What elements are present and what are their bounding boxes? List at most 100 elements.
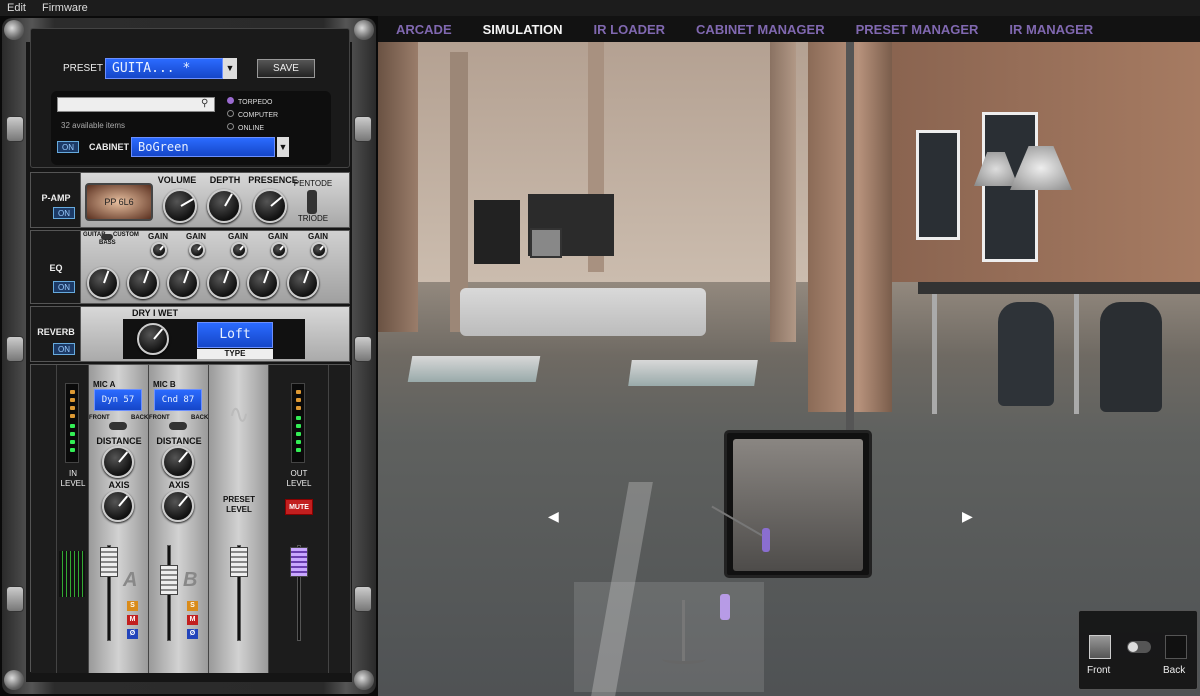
mute-button[interactable]: MUTE (285, 499, 313, 515)
eq-band-knob[interactable] (287, 267, 319, 299)
pamp-panel: P-AMP ON PP 6L6 VOLUME DEPTH PRESENCE PE… (30, 172, 350, 228)
mic-b-solo-button[interactable]: S (187, 601, 198, 611)
tab-simulation[interactable]: SIMULATION (465, 22, 576, 37)
volume-knob[interactable] (163, 189, 197, 223)
eq-gain-label: GAIN (186, 232, 206, 241)
eq-gain-knob[interactable] (151, 242, 167, 258)
reverb-title: REVERB (37, 327, 75, 337)
room-scene: ◀ ▶ (378, 42, 1200, 696)
eq-on-button[interactable]: ON (53, 281, 75, 293)
eq-bass-label: BASS (99, 240, 116, 246)
mic-a-fader[interactable] (100, 547, 118, 577)
in-level-fader[interactable] (59, 551, 85, 597)
tab-preset-manager[interactable]: PRESET MANAGER (838, 22, 992, 37)
reverb-tab: REVERB ON (31, 307, 81, 361)
mic-b-model-display[interactable]: Cnd 87 (154, 389, 202, 411)
eq-custom-label: CUSTOM (113, 232, 139, 238)
dry-wet-knob[interactable] (137, 323, 169, 355)
front-view-thumbnail[interactable] (1089, 635, 1111, 659)
cabinet-dropdown-icon[interactable]: ▼ (277, 137, 289, 157)
eq-panel: EQ ON GUITAR CUSTOM BASS GAIN GAIN GAIN … (30, 230, 350, 304)
tab-cabinet-manager[interactable]: CABINET MANAGER (678, 22, 838, 37)
next-room-arrow-icon[interactable]: ▶ (962, 508, 973, 525)
eq-gain-knob[interactable] (311, 242, 327, 258)
mic-a-model-display[interactable]: Dyn 57 (94, 389, 142, 411)
preset-level-strip: ∿ PRESET LEVEL (209, 365, 269, 673)
source-torpedo[interactable]: TORPEDO (227, 97, 278, 110)
menu-edit[interactable]: Edit (0, 2, 34, 14)
eq-gain-knob[interactable] (231, 242, 247, 258)
preset-dropdown-icon[interactable]: ▼ (223, 58, 237, 79)
floor-skylight (628, 360, 758, 386)
eq-band-knob[interactable] (167, 267, 199, 299)
out-level-fader[interactable] (290, 547, 308, 577)
out-level-meter (291, 383, 305, 463)
mic-a-axis-knob[interactable] (102, 490, 134, 522)
pamp-on-button[interactable]: ON (53, 207, 75, 219)
tab-arcade[interactable]: ARCADE (378, 22, 465, 37)
mic-b-distance-knob[interactable] (162, 446, 194, 478)
mic-a-back-label: BACK (131, 415, 149, 421)
search-icon[interactable]: ⚲ (201, 98, 208, 109)
previous-room-arrow-icon[interactable]: ◀ (548, 508, 559, 525)
tab-ir-loader[interactable]: IR LOADER (576, 22, 679, 37)
depth-knob[interactable] (207, 189, 241, 223)
in-level-strip: IN LEVEL (57, 365, 89, 673)
eq-band-knob[interactable] (247, 267, 279, 299)
back-view-thumbnail[interactable] (1165, 635, 1187, 659)
pentode-label: PENTODE (293, 179, 333, 188)
speaker-grill (733, 439, 863, 571)
presence-knob[interactable] (253, 189, 287, 223)
mic-a-strip: MIC A Dyn 57 FRONT BACK DISTANCE AXIS A … (89, 365, 149, 673)
tube-display[interactable]: PP 6L6 (85, 183, 153, 221)
eq-band-knob[interactable] (127, 267, 159, 299)
mic-a-distance-knob[interactable] (102, 446, 134, 478)
tube-mode-switch[interactable] (307, 190, 317, 214)
mic-b-mute-button[interactable]: M (187, 615, 198, 625)
mic-b-icon[interactable] (720, 594, 730, 620)
eq-gain-label: GAIN (308, 232, 328, 241)
latch-icon (354, 336, 372, 362)
rack-rail (329, 365, 351, 673)
source-computer[interactable]: COMPUTER (227, 110, 278, 123)
eq-band-knob[interactable] (207, 267, 239, 299)
preset-name-display[interactable]: GUITA... * (105, 58, 223, 79)
eq-gain-knob[interactable] (189, 242, 205, 258)
eq-band-knob[interactable] (87, 267, 119, 299)
corner-screw-icon (4, 670, 24, 690)
reverb-panel: REVERB ON DRY I WET Loft TYPE (30, 306, 350, 362)
front-back-toggle[interactable] (1127, 641, 1151, 653)
mic-b-phase-button[interactable]: Ø (187, 629, 198, 639)
tab-ir-manager[interactable]: IR MANAGER (991, 22, 1106, 37)
menu-bar: Edit Firmware (0, 0, 1200, 16)
mic-a-solo-button[interactable]: S (127, 601, 138, 611)
save-button[interactable]: SAVE (257, 59, 315, 78)
preset-level-fader[interactable] (230, 547, 248, 577)
reverb-on-button[interactable]: ON (53, 343, 75, 355)
source-online[interactable]: ONLINE (227, 123, 278, 136)
mic-b-strip: MIC B Cnd 87 FRONT BACK DISTANCE AXIS B … (149, 365, 209, 673)
mic-b-front-back-switch[interactable] (169, 422, 187, 430)
triode-label: TRIODE (297, 214, 329, 223)
cabinet-on-button[interactable]: ON (57, 141, 79, 153)
search-input[interactable] (57, 97, 215, 112)
mic-placement-zone[interactable] (574, 582, 764, 692)
reverb-type-display[interactable]: Loft (197, 322, 273, 348)
menu-firmware[interactable]: Firmware (34, 2, 96, 14)
mic-b-fader[interactable] (160, 565, 178, 595)
logo-wave-icon: ∿ (228, 399, 250, 429)
latch-icon (6, 586, 24, 612)
mic-a-icon[interactable] (762, 528, 770, 552)
mic-a-phase-button[interactable]: Ø (127, 629, 138, 639)
mic-b-title: MIC B (153, 380, 176, 389)
mic-a-mute-button[interactable]: M (127, 615, 138, 625)
speaker-cabinet[interactable] (724, 430, 872, 578)
cabinet-label: CABINET (89, 142, 129, 152)
cabinet-name-display[interactable]: BoGreen (131, 137, 275, 157)
mic-a-title: MIC A (93, 380, 116, 389)
mic-b-axis-knob[interactable] (162, 490, 194, 522)
mic-a-front-back-switch[interactable] (109, 422, 127, 430)
eq-tab: EQ ON (31, 231, 81, 303)
mixer-panel: IN LEVEL MIC A Dyn 57 FRONT BACK DISTANC… (30, 364, 351, 673)
eq-gain-knob[interactable] (271, 242, 287, 258)
